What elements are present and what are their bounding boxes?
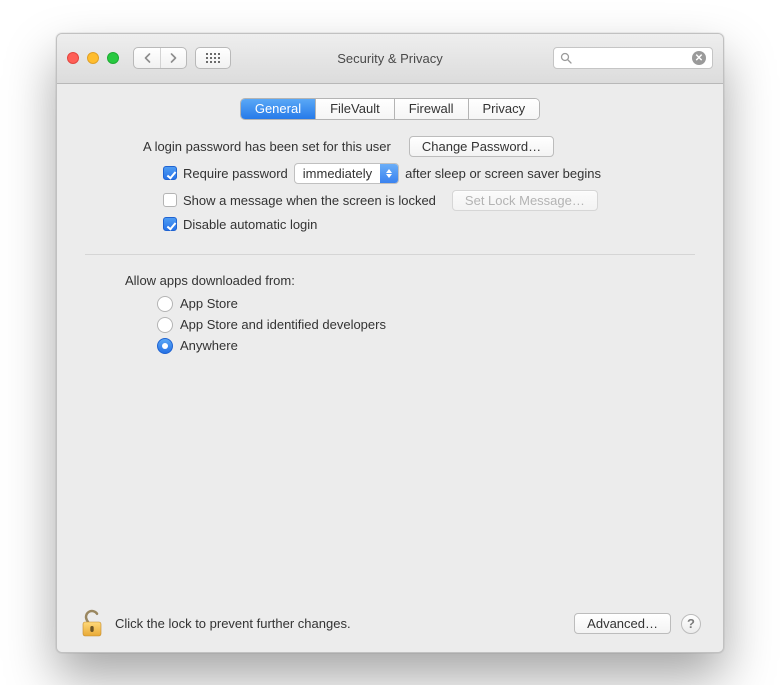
- tab-segmented-control: General FileVault Firewall Privacy: [240, 98, 540, 120]
- require-password-label-after: after sleep or screen saver begins: [405, 166, 601, 181]
- change-password-button[interactable]: Change Password…: [409, 136, 554, 157]
- require-password-checkbox[interactable]: [163, 166, 177, 180]
- disable-auto-login-row: Disable automatic login: [163, 217, 695, 232]
- tab-bar: General FileVault Firewall Privacy: [57, 84, 723, 132]
- disable-auto-login-checkbox[interactable]: [163, 217, 177, 231]
- nav-back-button[interactable]: [134, 48, 160, 68]
- help-button[interactable]: ?: [681, 614, 701, 634]
- window-controls: [67, 52, 119, 64]
- show-message-row: Show a message when the screen is locked…: [163, 190, 695, 211]
- show-message-checkbox[interactable]: [163, 193, 177, 207]
- footer-actions: Advanced… ?: [574, 613, 701, 634]
- clear-search-button[interactable]: ✕: [692, 51, 706, 65]
- radio-button[interactable]: [157, 296, 173, 312]
- nav-forward-button[interactable]: [160, 48, 186, 68]
- lock-help-text: Click the lock to prevent further change…: [115, 616, 351, 631]
- tab-general[interactable]: General: [241, 99, 315, 119]
- login-password-row: A login password has been set for this u…: [143, 136, 695, 157]
- radio-button[interactable]: [157, 317, 173, 333]
- require-password-delay-popup[interactable]: immediately: [294, 163, 399, 184]
- radio-label: Anywhere: [180, 338, 238, 353]
- general-pane: A login password has been set for this u…: [57, 132, 723, 596]
- grid-icon: [206, 53, 220, 63]
- search-input[interactable]: ✕: [553, 47, 713, 69]
- search-icon: [560, 52, 572, 64]
- tab-firewall[interactable]: Firewall: [394, 99, 468, 119]
- close-window-button[interactable]: [67, 52, 79, 64]
- tab-privacy[interactable]: Privacy: [468, 99, 540, 119]
- show-all-button[interactable]: [195, 47, 231, 69]
- divider: [85, 254, 695, 255]
- set-lock-message-button: Set Lock Message…: [452, 190, 598, 211]
- show-message-label: Show a message when the screen is locked: [183, 193, 436, 208]
- require-password-delay-value: immediately: [295, 164, 380, 183]
- lock-icon[interactable]: [79, 609, 105, 639]
- chevron-right-icon: [169, 53, 178, 63]
- allow-apps-radio-group: App Store App Store and identified devel…: [157, 296, 695, 354]
- tab-filevault[interactable]: FileVault: [315, 99, 394, 119]
- zoom-window-button[interactable]: [107, 52, 119, 64]
- require-password-row: Require password immediately after sleep…: [163, 163, 695, 184]
- allow-apps-title: Allow apps downloaded from:: [125, 273, 695, 288]
- require-password-label-before: Require password: [183, 166, 288, 181]
- allow-apps-option-app-store[interactable]: App Store: [157, 296, 695, 312]
- toolbar: Security & Privacy ✕: [57, 34, 723, 84]
- radio-button[interactable]: [157, 338, 173, 354]
- security-privacy-window: Security & Privacy ✕ General FileVault F…: [56, 33, 724, 653]
- disable-auto-login-label: Disable automatic login: [183, 217, 317, 232]
- popup-arrows-icon: [380, 164, 398, 183]
- footer: Click the lock to prevent further change…: [57, 596, 723, 652]
- allow-apps-option-anywhere[interactable]: Anywhere: [157, 338, 695, 354]
- login-password-text: A login password has been set for this u…: [143, 139, 391, 154]
- radio-label: App Store and identified developers: [180, 317, 386, 332]
- nav-back-forward: [133, 47, 187, 69]
- advanced-button[interactable]: Advanced…: [574, 613, 671, 634]
- minimize-window-button[interactable]: [87, 52, 99, 64]
- chevron-left-icon: [143, 53, 152, 63]
- allow-apps-option-identified[interactable]: App Store and identified developers: [157, 317, 695, 333]
- radio-label: App Store: [180, 296, 238, 311]
